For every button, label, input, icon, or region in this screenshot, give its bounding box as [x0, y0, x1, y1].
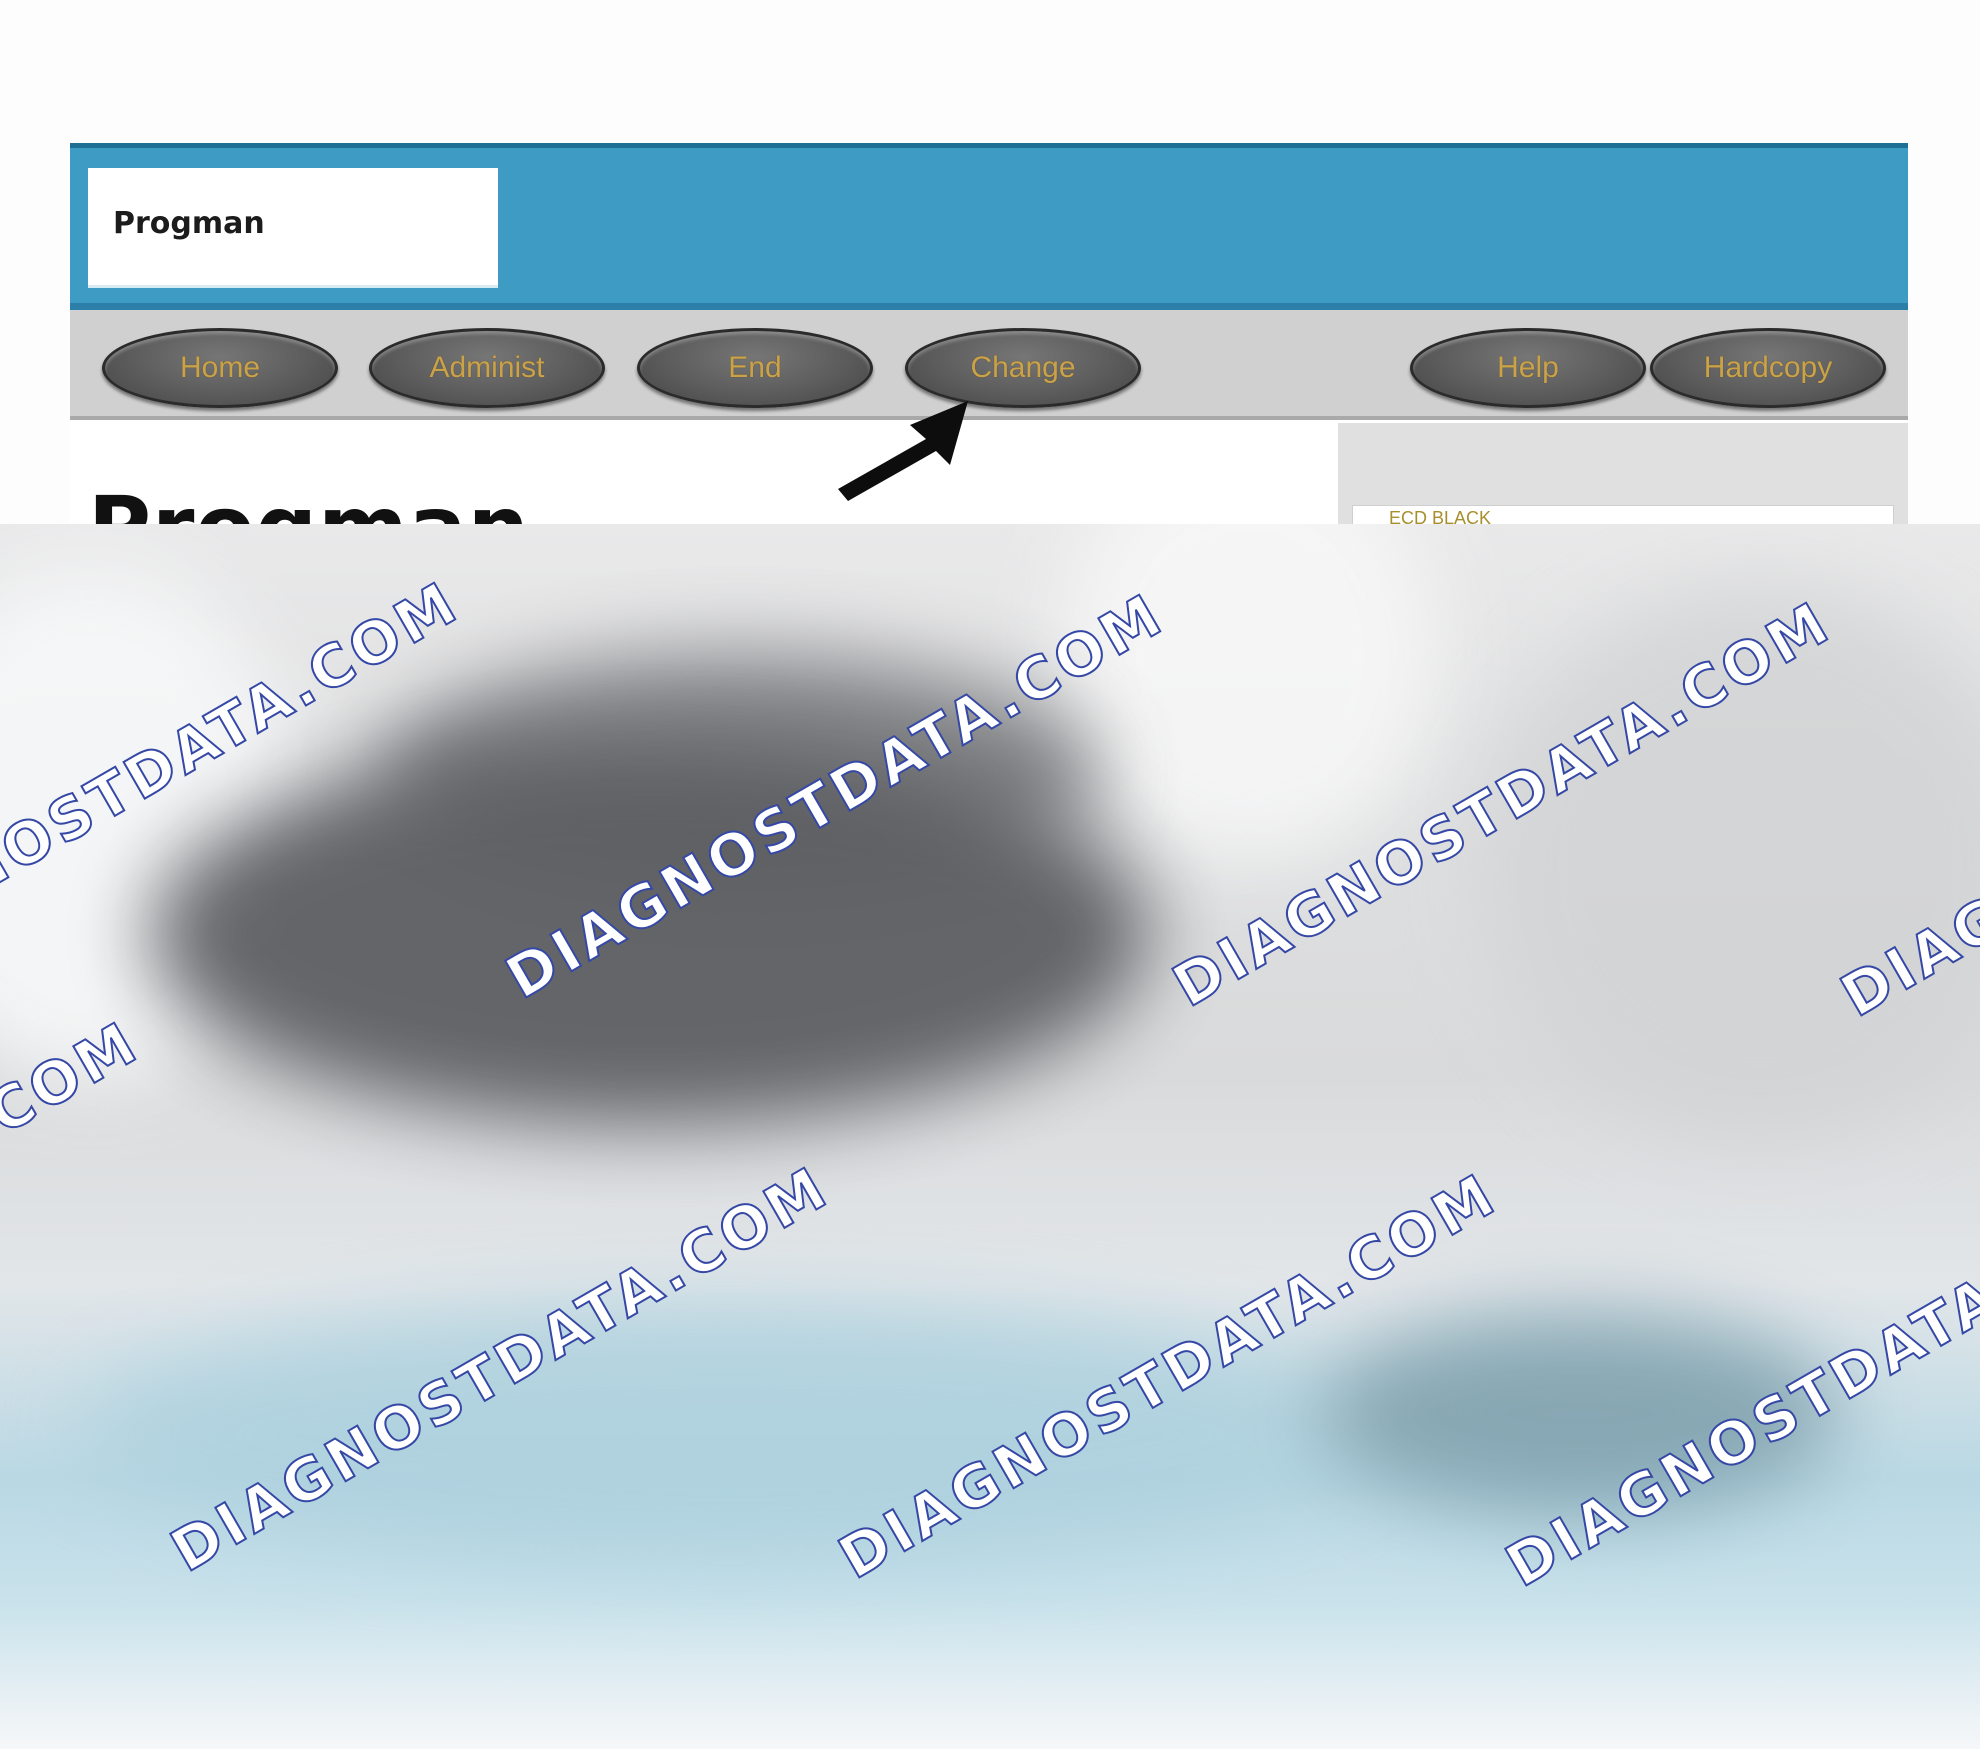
home-button[interactable]: Home	[102, 328, 338, 408]
blur-blob	[1320, 1314, 1840, 1514]
header-bar: Progman	[70, 143, 1908, 310]
main-content: Progman	[70, 420, 1336, 524]
nav-bar: Home Administ End Change Help Hardcopy	[70, 310, 1908, 420]
blur-blob	[1060, 524, 1440, 864]
arrow-pointer-icon	[838, 401, 968, 501]
change-button-label: Change	[970, 351, 1076, 384]
side-panel: ECD BLACK	[1338, 423, 1908, 524]
hardcopy-button[interactable]: Hardcopy	[1650, 328, 1886, 408]
home-button-label: Home	[179, 351, 261, 384]
hardcopy-button-label: Hardcopy	[1703, 351, 1833, 384]
help-button-label: Help	[1497, 351, 1559, 384]
side-panel-text: ECD BLACK	[1389, 508, 1492, 524]
side-panel-box: ECD BLACK	[1352, 505, 1894, 524]
blur-blob	[80, 1304, 1380, 1564]
blur-blob	[150, 744, 1150, 1124]
screenshot-visible-area: Progman Home Administ End Change Help Ha…	[0, 0, 1980, 524]
help-button[interactable]: Help	[1410, 328, 1646, 408]
app-title: Progman	[113, 206, 265, 241]
administ-button[interactable]: Administ	[369, 328, 605, 408]
blur-blob	[1480, 584, 1980, 1144]
app-window: Progman Home Administ End Change Help Ha…	[70, 143, 1908, 524]
title-box: Progman	[88, 168, 498, 288]
administ-button-label: Administ	[429, 351, 545, 384]
blurred-content-area	[0, 524, 1980, 1749]
end-button-label: End	[728, 351, 782, 384]
page-heading: Progman	[88, 478, 530, 524]
